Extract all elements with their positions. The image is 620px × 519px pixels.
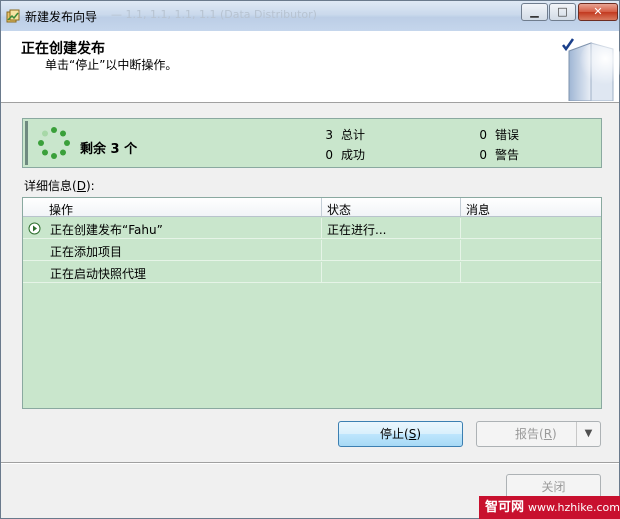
details-label-suffix: ):: [85, 179, 95, 193]
column-header-status[interactable]: 状态: [327, 201, 351, 218]
table-row[interactable]: 正在添加项目: [23, 240, 601, 261]
maximize-icon: □: [557, 5, 568, 18]
maximize-button[interactable]: □: [549, 3, 576, 21]
grid-header: 操作 状态 消息: [23, 198, 601, 217]
warning-label: 警告: [495, 148, 520, 162]
progress-summary-panel: 剩余 3 个 3 总计 0 成功 0 错误 0 警告: [22, 118, 602, 168]
success-count: 0: [325, 148, 333, 162]
watermark-brand: 智可网: [485, 500, 525, 515]
close-window-button[interactable]: ✕: [578, 3, 618, 21]
error-stat: 0 错误: [475, 126, 519, 143]
page-subtitle: 单击“停止”以中断操作。: [45, 58, 178, 72]
book-checkmark-icon: [562, 38, 620, 101]
total-label: 总计: [341, 128, 366, 142]
column-header-action[interactable]: 操作: [49, 201, 73, 218]
warning-stat: 0 警告: [475, 146, 519, 163]
watermark-url: www.hzhike.com: [528, 501, 620, 514]
cell-divider: [460, 218, 461, 239]
close-icon: ✕: [593, 5, 603, 18]
details-label-text: 详细信息: [24, 179, 73, 193]
column-divider[interactable]: [321, 198, 322, 216]
cell-divider: [460, 262, 461, 283]
wizard-header: 正在创建发布 单击“停止”以中断操作。: [1, 31, 620, 103]
cell-divider: [321, 262, 322, 283]
error-label: 错误: [495, 128, 520, 142]
row-status: 正在进行...: [327, 223, 387, 237]
running-step-icon: [28, 222, 41, 235]
site-watermark: 智可网 www.hzhike.com: [479, 496, 620, 519]
stop-button[interactable]: 停止(S): [338, 421, 463, 447]
summary-inner: 剩余 3 个 3 总计 0 成功 0 错误 0 警告: [25, 121, 599, 165]
wizard-app-icon: [6, 9, 20, 23]
progress-spinner-icon: [38, 127, 70, 159]
report-dropdown-arrow-icon[interactable]: ▼: [576, 422, 600, 446]
window-title-ghost: — 1.1, 1.1, 1.1, 1.1 (Data Distributor): [111, 8, 317, 21]
details-grid[interactable]: 操作 状态 消息 正在创建发布“Fahu” 正在进行... 正在添加项目 正在启…: [22, 197, 602, 409]
row-action: 正在添加项目: [50, 245, 123, 259]
success-stat: 0 成功: [321, 146, 365, 163]
table-row[interactable]: 正在启动快照代理: [23, 262, 601, 283]
total-count: 3: [325, 128, 333, 142]
stop-label-suffix: ): [416, 427, 421, 441]
stop-label: 停止(: [380, 427, 409, 441]
column-divider[interactable]: [460, 198, 461, 216]
warning-count: 0: [479, 148, 487, 162]
details-label: 详细信息(D):: [24, 179, 95, 193]
minimize-icon: ▁: [530, 5, 539, 18]
publication-wizard-window: 新建发布向导 — 1.1, 1.1, 1.1, 1.1 (Data Distri…: [0, 0, 620, 519]
row-action: 正在创建发布“Fahu”: [50, 223, 163, 237]
report-key: R: [543, 427, 553, 441]
report-button[interactable]: 报告(R) ▼: [476, 421, 601, 447]
cell-divider: [460, 240, 461, 261]
error-count: 0: [479, 128, 487, 142]
report-label: 报告(: [515, 427, 544, 441]
footer-divider-highlight: [1, 463, 619, 464]
details-label-key: D: [76, 179, 86, 193]
column-header-message[interactable]: 消息: [466, 201, 490, 218]
window-title: 新建发布向导: [25, 10, 98, 24]
remaining-count: 剩余 3 个: [80, 142, 138, 157]
table-row[interactable]: 正在创建发布“Fahu” 正在进行...: [23, 218, 601, 239]
success-label: 成功: [341, 148, 366, 162]
row-action: 正在启动快照代理: [50, 267, 147, 281]
cell-divider: [321, 218, 322, 239]
page-title: 正在创建发布: [21, 41, 105, 57]
minimize-button[interactable]: ▁: [521, 3, 548, 21]
title-bar[interactable]: 新建发布向导 — 1.1, 1.1, 1.1, 1.1 (Data Distri…: [1, 1, 619, 31]
total-stat: 3 总计: [321, 126, 365, 143]
cell-divider: [321, 240, 322, 261]
report-label-suffix: ): [552, 427, 557, 441]
